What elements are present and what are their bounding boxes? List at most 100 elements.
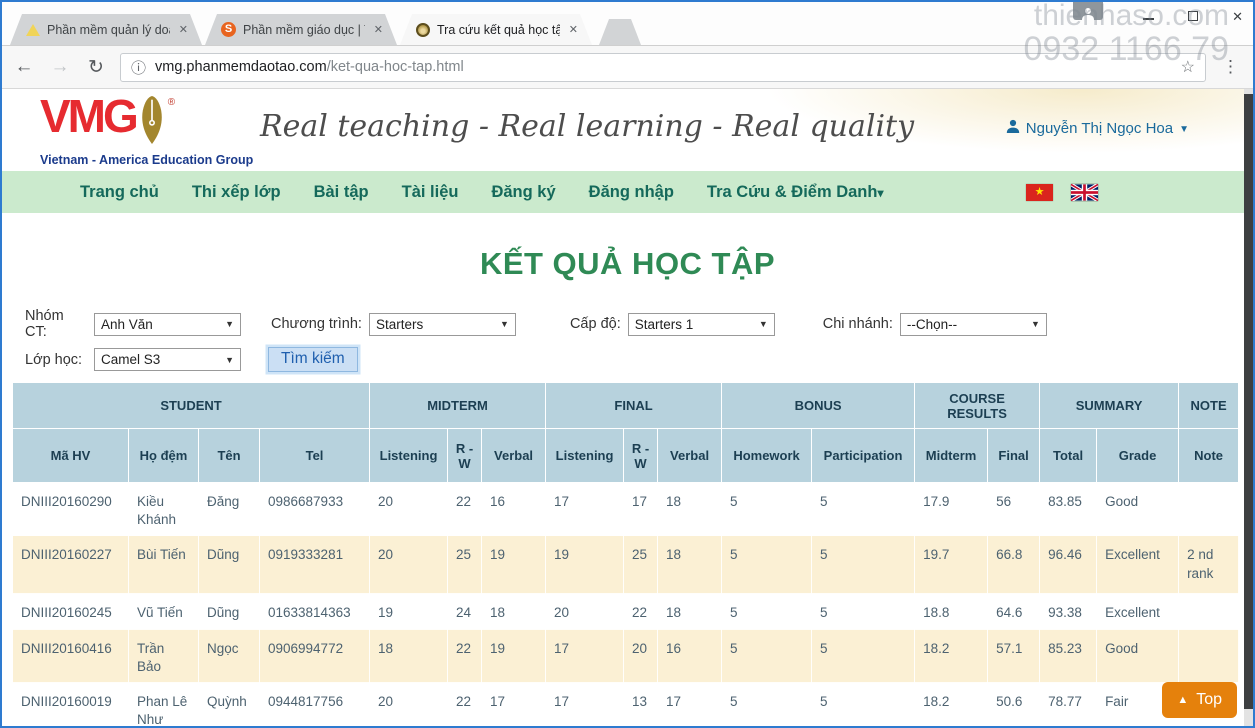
table-cell: 85.23 — [1040, 629, 1097, 682]
table-cell: 78.77 — [1040, 683, 1097, 726]
url-path: /ket-qua-hoc-tap.html — [327, 59, 464, 75]
table-cell: Trần Bảo — [129, 629, 199, 682]
table-cell: 18 — [482, 594, 546, 629]
results-table: STUDENTMIDTERMFINALBONUSCOURSE RESULTSSU… — [12, 382, 1239, 726]
table-cell: 5 — [722, 683, 812, 726]
tab-title: Phần mềm giáo dục | Tiế — [243, 23, 365, 37]
browser-tab-1[interactable]: Phần mềm quản lý doanh ✕ — [10, 14, 202, 45]
cap-do-label: Cấp độ: — [570, 316, 621, 332]
scrollbar-thumb[interactable] — [1244, 94, 1253, 709]
nav-item-3[interactable]: Bài tập — [314, 183, 369, 202]
table-cell: 20 — [370, 536, 448, 594]
user-name: Nguyễn Thị Ngọc Hoa — [1026, 120, 1173, 137]
profile-avatar-icon[interactable] — [1073, 2, 1103, 20]
column-header: Verbal — [482, 429, 546, 483]
table-cell: 5 — [722, 483, 812, 536]
nhom-ct-select[interactable]: Anh Văn▼ — [94, 313, 241, 336]
forward-icon[interactable]: → — [48, 56, 72, 78]
table-cell: 17 — [624, 483, 658, 536]
nav-item-2[interactable]: Thi xếp lớp — [192, 183, 281, 202]
tab-close-icon[interactable]: ✕ — [177, 21, 190, 38]
table-cell: 20 — [370, 683, 448, 726]
chuong-trinh-select[interactable]: Starters▼ — [369, 313, 516, 336]
table-cell: Dũng — [199, 594, 260, 629]
browser-menu-icon[interactable]: ⋮ — [1218, 57, 1243, 77]
column-header: Listening — [370, 429, 448, 483]
table-cell: Bùi Tiến — [129, 536, 199, 594]
table-cell: DNIII20160019 — [13, 683, 129, 726]
search-button[interactable]: Tìm kiếm — [268, 347, 358, 372]
new-tab-button[interactable] — [599, 19, 641, 45]
column-header: Homework — [722, 429, 812, 483]
logo-text: VMG — [40, 95, 136, 139]
column-header: R - W — [624, 429, 658, 483]
filters: Nhóm CT: Anh Văn▼ Chương trình: Starters… — [25, 308, 1253, 372]
browser-tab-3[interactable]: Tra cứu kết quả học tập ✕ — [400, 14, 592, 45]
back-to-top-button[interactable]: ▲ Top — [1162, 682, 1237, 718]
bookmark-star-icon[interactable]: ☆ — [1181, 57, 1195, 77]
tab-title: Phần mềm quản lý doanh — [47, 23, 170, 37]
table-cell: 0919333281 — [260, 536, 370, 594]
chi-nhanh-select[interactable]: --Chọn--▼ — [900, 313, 1047, 336]
column-header: Tên — [199, 429, 260, 483]
group-header: SUMMARY — [1040, 383, 1179, 429]
nav-item-7[interactable]: Tra Cứu & Điểm Danh▾ — [707, 183, 884, 202]
column-header: Participation — [812, 429, 915, 483]
tab-title: Tra cứu kết quả học tập — [437, 23, 560, 37]
cap-do-select[interactable]: Starters 1▼ — [628, 313, 775, 336]
address-bar[interactable]: ⓘ vmg.phanmemdaotao.com/ket-qua-hoc-tap.… — [120, 53, 1206, 82]
main-content: KẾT QUẢ HỌC TẬP Nhóm CT: Anh Văn▼ Chương… — [2, 246, 1253, 726]
chi-nhanh-label: Chi nhánh: — [823, 316, 893, 332]
browser-window: Phần mềm quản lý doanh✕SPhần mềm giáo dụ… — [0, 0, 1255, 728]
site-header: VMG ® Vietnam - America Education Group … — [2, 89, 1253, 171]
table-cell: 20 — [370, 483, 448, 536]
gold-badge-icon — [416, 23, 430, 37]
registered-mark: ® — [168, 97, 175, 108]
pen-nib-icon — [140, 95, 164, 150]
language-flags: ★ — [1026, 184, 1098, 201]
nav-item-5[interactable]: Đăng ký — [491, 183, 555, 202]
tab-close-icon[interactable]: ✕ — [567, 21, 580, 38]
uk-flag-icon[interactable] — [1071, 184, 1098, 201]
minimize-button[interactable] — [1143, 18, 1154, 20]
table-cell: 17 — [658, 683, 722, 726]
user-menu[interactable]: Nguyễn Thị Ngọc Hoa ▼ — [1006, 119, 1189, 137]
table-cell: 5 — [812, 629, 915, 682]
table-cell: 17 — [546, 629, 624, 682]
lop-hoc-select[interactable]: Camel S3▼ — [94, 348, 241, 371]
close-button[interactable]: ✕ — [1232, 10, 1243, 23]
column-header: Verbal — [658, 429, 722, 483]
table-cell: 24 — [448, 594, 482, 629]
tab-close-icon[interactable]: ✕ — [372, 21, 385, 38]
table-cell: Excellent — [1097, 594, 1179, 629]
group-header: MIDTERM — [370, 383, 546, 429]
vmg-logo[interactable]: VMG ® Vietnam - America Education Group — [40, 95, 253, 167]
select-arrow-icon: ▼ — [500, 319, 509, 329]
page-info-icon[interactable]: ⓘ — [131, 57, 146, 78]
table-cell: 22 — [448, 629, 482, 682]
logo-subtitle: Vietnam - America Education Group — [40, 153, 253, 167]
table-cell: 56 — [988, 483, 1040, 536]
table-cell: 20 — [546, 594, 624, 629]
table-cell: 5 — [812, 683, 915, 726]
vertical-scrollbar[interactable] — [1244, 89, 1253, 726]
nav-item-1[interactable]: Trang chủ — [80, 183, 159, 202]
slogan: Real teaching - Real learning - Real qua… — [260, 109, 914, 144]
reload-icon[interactable]: ↻ — [84, 56, 108, 79]
nav-item-6[interactable]: Đăng nhập — [589, 183, 674, 202]
column-header: Midterm — [915, 429, 988, 483]
vietnam-flag-icon[interactable]: ★ — [1026, 184, 1053, 201]
table-cell: Excellent — [1097, 536, 1179, 594]
maximize-button[interactable] — [1188, 11, 1198, 21]
group-header: COURSE RESULTS — [915, 383, 1040, 429]
browser-tab-2[interactable]: SPhần mềm giáo dục | Tiế✕ — [205, 14, 397, 45]
table-cell: 01633814363 — [260, 594, 370, 629]
table-cell: DNIII20160245 — [13, 594, 129, 629]
table-cell: 66.8 — [988, 536, 1040, 594]
table-cell: 25 — [448, 536, 482, 594]
nav-item-4[interactable]: Tài liệu — [402, 183, 459, 202]
table-cell: 50.6 — [988, 683, 1040, 726]
back-icon[interactable]: ← — [12, 56, 36, 78]
table-cell: 2 nd rank — [1179, 536, 1239, 594]
table-cell: DNIII20160227 — [13, 536, 129, 594]
